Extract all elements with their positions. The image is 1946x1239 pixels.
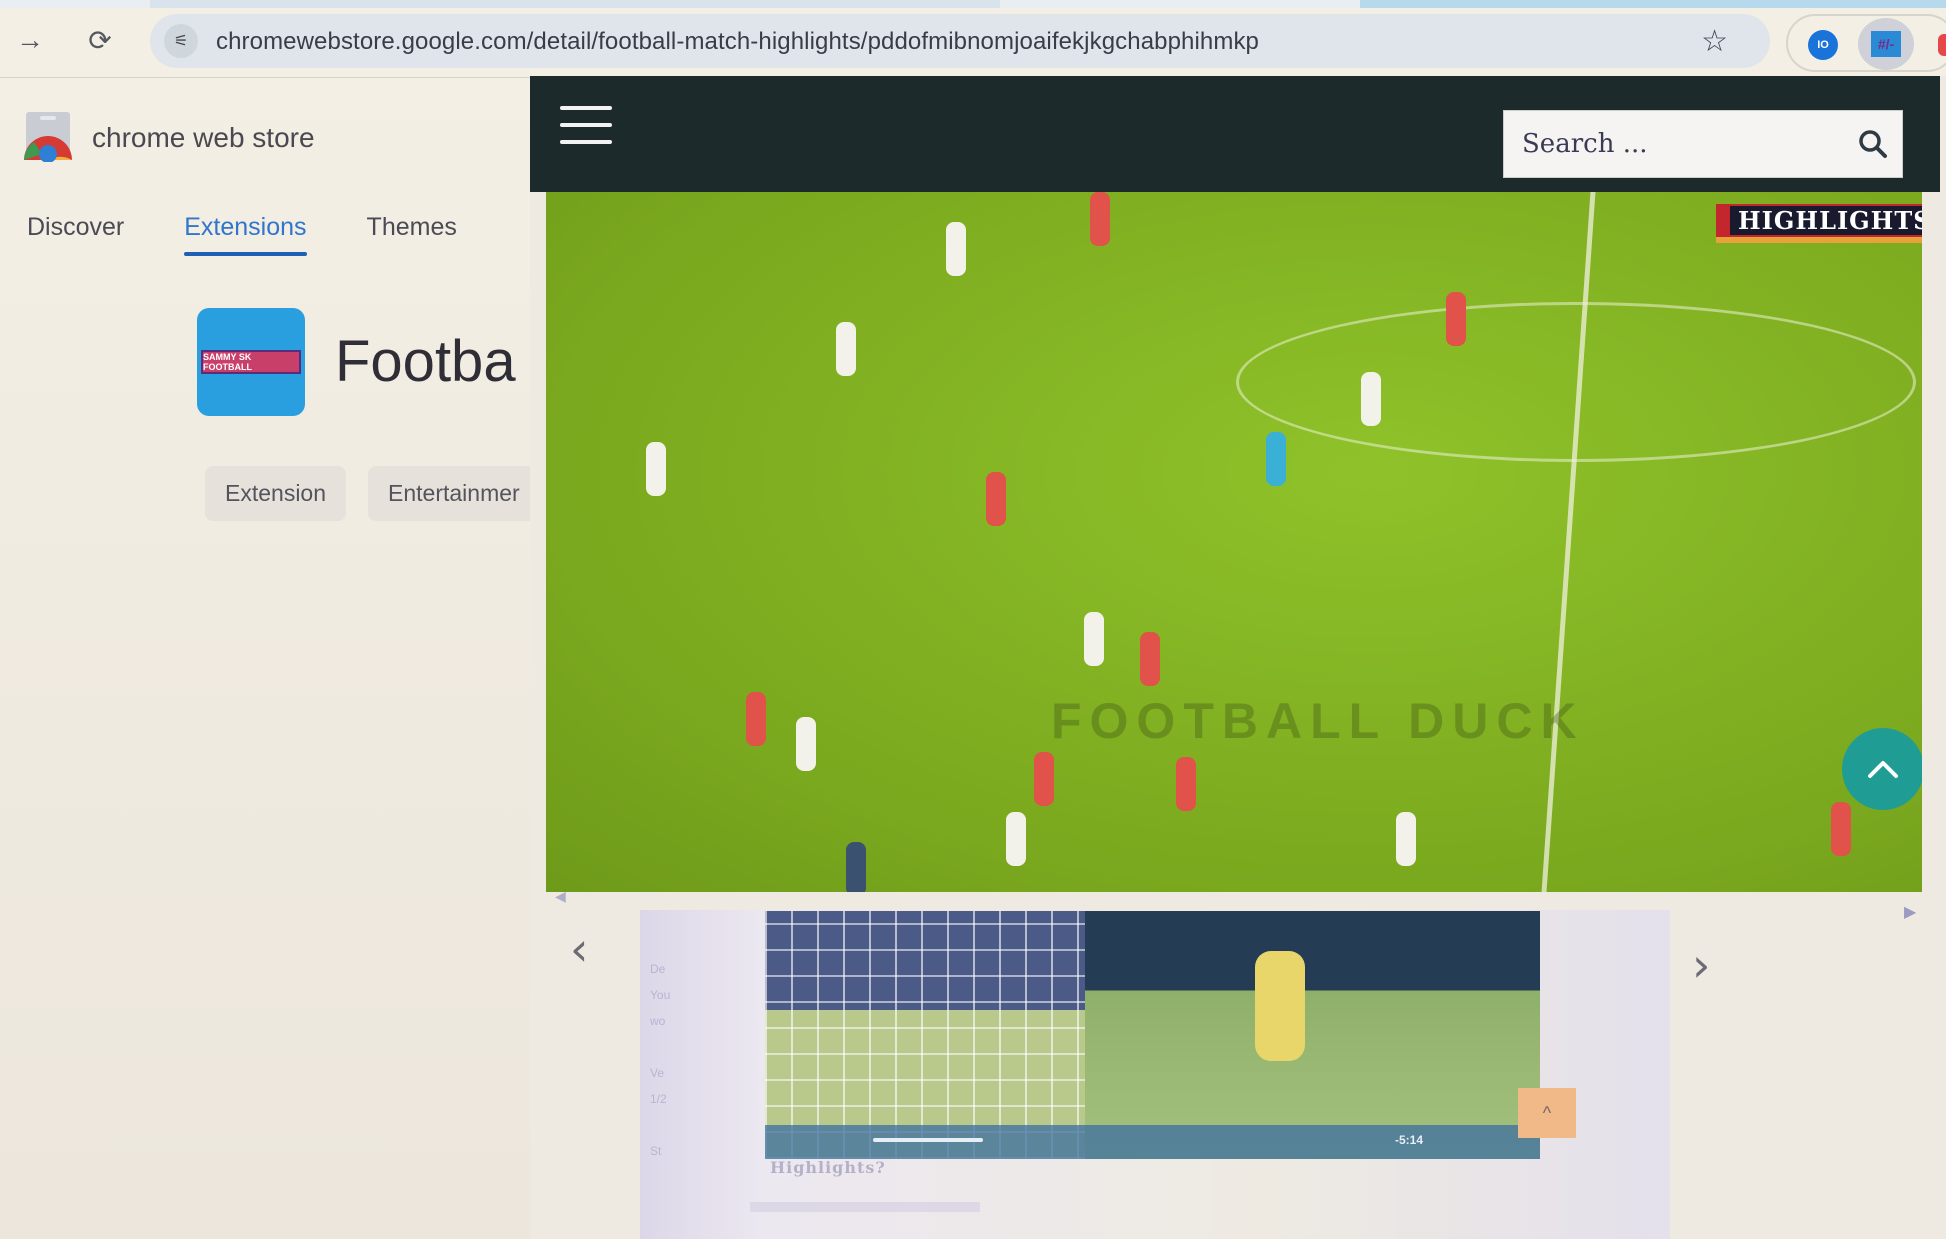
extension-popup: FOOTBALL DUCK HIGHLIGHTS ◀ ▶ ‹ › De You …: [530, 76, 1946, 1239]
player: [1361, 372, 1381, 426]
url-text[interactable]: chromewebstore.google.com/detail/footbal…: [216, 28, 1259, 56]
extension-blue-icon: IO: [1817, 39, 1829, 51]
player: [1396, 812, 1416, 866]
bookmark-star-icon[interactable]: ☆: [1701, 24, 1728, 59]
address-bar[interactable]: ⚟ chromewebstore.google.com/detail/footb…: [150, 14, 1770, 68]
player: [746, 692, 766, 746]
extension-chips: Extension Entertainmer: [205, 466, 562, 521]
chrome-web-store-logo[interactable]: [22, 110, 74, 162]
reload-icon: ⟳: [88, 24, 111, 57]
chevron-up-icon: [1866, 758, 1900, 780]
forward-button[interactable]: →: [12, 22, 48, 58]
football-highlights-extension-icon: #/-: [1871, 31, 1901, 57]
player: [1140, 632, 1160, 686]
player: [1176, 757, 1196, 811]
thumbnail-caption: Highlights?: [770, 1158, 886, 1177]
highlights-logo: HIGHLIGHTS: [1716, 204, 1922, 243]
chrome-web-store-page: chrome web store Discover Extensions The…: [0, 78, 560, 1239]
player: [1034, 752, 1054, 806]
carousel-video-thumbnail[interactable]: -5:14: [765, 911, 1540, 1159]
extension-icon-badge: SAMMY SK FOOTBALL: [201, 350, 301, 374]
arrow-right-icon: →: [16, 24, 44, 56]
player: [1831, 802, 1851, 856]
horizontal-scroll-left-arrow[interactable]: ◀: [555, 888, 566, 905]
nav-extensions[interactable]: Extensions: [184, 213, 306, 242]
site-info-button[interactable]: ⚟: [164, 24, 198, 58]
nav-themes[interactable]: Themes: [367, 213, 457, 242]
player: [1090, 192, 1110, 246]
highlight-video[interactable]: FOOTBALL DUCK HIGHLIGHTS: [546, 192, 1922, 892]
extension-icon: SAMMY SK FOOTBALL: [197, 308, 305, 416]
popup-header: [530, 76, 1940, 192]
player: [946, 222, 966, 276]
store-name[interactable]: chrome web store: [92, 122, 315, 154]
video-progress-bar[interactable]: [873, 1138, 983, 1142]
player: [1084, 612, 1104, 666]
field-image: [1085, 911, 1540, 1159]
carousel-prev-button[interactable]: ‹: [570, 922, 588, 976]
extension-button-2[interactable]: #/-: [1858, 18, 1914, 70]
thumbnail-scroll-up-button[interactable]: ^: [1518, 1088, 1576, 1138]
hamburger-menu-icon[interactable]: [560, 106, 612, 146]
extensions-area: IO #/-: [1786, 14, 1946, 72]
extension-button-3[interactable]: [1938, 34, 1946, 56]
scroll-to-top-button[interactable]: [1842, 728, 1922, 810]
referee: [1266, 432, 1286, 486]
video-controls[interactable]: -5:14: [765, 1125, 1540, 1159]
search-form: [1503, 110, 1903, 178]
goal-net-image: [765, 911, 1085, 1159]
reload-button[interactable]: ⟳: [82, 22, 118, 58]
pitch-halfway-line: [1542, 192, 1596, 892]
player: [646, 442, 666, 496]
player: [836, 322, 856, 376]
player: [986, 472, 1006, 526]
thumbnail-subtitle-placeholder: [750, 1202, 980, 1212]
player: [796, 717, 816, 771]
chevron-up-icon: ^: [1543, 1103, 1551, 1124]
chip-entertainment[interactable]: Entertainmer: [368, 466, 540, 521]
nav-discover[interactable]: Discover: [27, 213, 124, 242]
store-nav: Discover Extensions Themes: [27, 213, 517, 242]
carousel-next-button[interactable]: ›: [1692, 938, 1710, 992]
chip-extension[interactable]: Extension: [205, 466, 346, 521]
official: [846, 842, 866, 892]
player: [1446, 292, 1466, 346]
search-icon[interactable]: [1856, 127, 1890, 161]
video-time-remaining: -5:14: [1395, 1133, 1423, 1147]
slide-side-text: De You wo Ve 1/2 St: [650, 956, 690, 1164]
player: [1006, 812, 1026, 866]
extension-title: Footba: [335, 328, 516, 395]
search-input[interactable]: [1504, 111, 1844, 177]
horizontal-scroll-right-arrow[interactable]: ▶: [1904, 902, 1916, 922]
extension-button-1[interactable]: IO: [1808, 30, 1838, 60]
goalkeeper-image: [1255, 951, 1305, 1061]
video-watermark: FOOTBALL DUCK: [1051, 692, 1585, 750]
tune-icon: ⚟: [174, 31, 188, 51]
browser-toolbar: → ⟳ ⚟ chromewebstore.google.com/detail/f…: [0, 8, 1946, 78]
